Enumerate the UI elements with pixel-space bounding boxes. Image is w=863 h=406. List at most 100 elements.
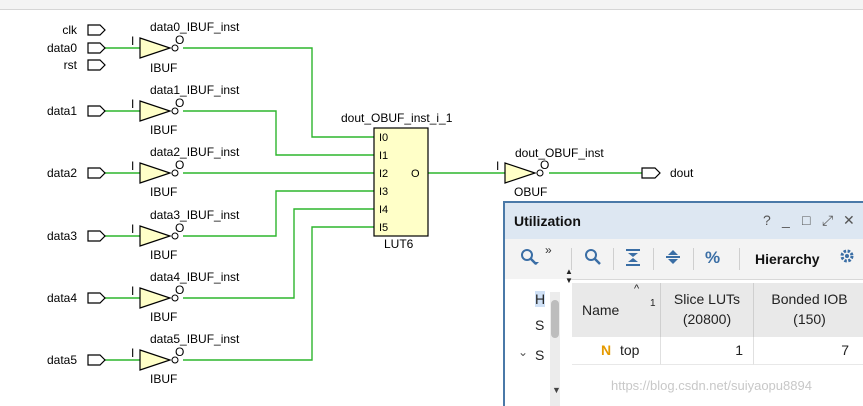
obuf-type: OBUF: [514, 185, 547, 199]
ibuf-name-4: data4_IBUF_inst: [150, 270, 240, 284]
port-dout: [641, 167, 661, 179]
ibuf-pin-i-4: I: [131, 284, 134, 298]
ibuf-4: [139, 287, 172, 309]
obuf-pin-o: O: [540, 158, 549, 172]
obuf-pin-i: I: [496, 159, 499, 173]
ibuf-pin-o-0: O: [175, 33, 184, 47]
minimize-icon[interactable]: _: [782, 212, 790, 228]
ibuf-1: [139, 100, 172, 122]
row-name: top: [620, 342, 640, 358]
ibuf-pin-i-2: I: [131, 159, 134, 173]
ibuf-3: [139, 225, 172, 247]
port-label-data0: data0: [47, 41, 77, 55]
column-label-bonded-iob: Bonded IOB: [771, 291, 848, 307]
ibuf-type-2: IBUF: [150, 185, 177, 199]
ibuf-name-3: data3_IBUF_inst: [150, 208, 240, 222]
column-label-name: Name: [582, 302, 620, 318]
port-label-clk: clk: [62, 23, 78, 37]
ibuf-pin-i-5: I: [131, 346, 134, 360]
lut-pin-i2: I2: [379, 168, 388, 180]
input-port-labels: clk data0 rst data1 data2 data3 data4 da…: [47, 23, 78, 367]
tree-item-slice[interactable]: S: [535, 347, 544, 363]
port-label-rst: rst: [64, 58, 78, 72]
sort-asc-icon: ^: [634, 283, 640, 295]
gear-icon[interactable]: [838, 247, 856, 269]
scrollbar-thumb[interactable]: [551, 300, 559, 338]
ibuf-pin-o-3: O: [175, 221, 184, 235]
port-label-data2: data2: [47, 166, 77, 180]
port-label-data3: data3: [47, 229, 77, 243]
lut-pin-i3: I3: [379, 186, 388, 198]
lut6-box: [373, 127, 429, 237]
utilization-title: Utilization: [514, 213, 581, 229]
help-icon[interactable]: ?: [763, 212, 771, 228]
column-header-slice-luts[interactable]: Slice LUTs (20800): [661, 283, 754, 337]
port-clk: [87, 24, 106, 36]
ibuf-labels: data0_IBUF_inst I O IBUF data1_IBUF_inst…: [131, 20, 240, 386]
lut-type: LUT6: [384, 237, 414, 251]
column-header-name[interactable]: Name ^ 1: [572, 283, 661, 337]
column-header-bonded-iob[interactable]: Bonded IOB (150): [754, 283, 863, 337]
ibuf-name-5: data5_IBUF_inst: [150, 332, 240, 346]
netlist-icon: N: [601, 342, 612, 358]
more-tools-button[interactable]: »: [545, 243, 552, 265]
search-icon[interactable]: [583, 247, 603, 269]
lut-instance-name: dout_OBUF_inst_i_1: [341, 111, 453, 125]
ibuf-type-1: IBUF: [150, 123, 177, 137]
utilization-toolbar: » % Hierarchy: [505, 239, 863, 280]
watermark: https://blog.csdn.net/suiyaopu8894: [611, 378, 812, 393]
column-label-slice-luts: Slice LUTs: [673, 291, 741, 307]
tree-item-summary[interactable]: S: [535, 317, 544, 333]
ibuf-2: [139, 162, 172, 184]
ibuf-name-2: data2_IBUF_inst: [150, 145, 240, 159]
lut-pin-i5: I5: [379, 222, 388, 234]
utilization-tree: ▲ ▼ H S ⌄ S ▼: [505, 267, 573, 406]
cell-bonded-iob: 7: [754, 337, 863, 365]
cell-slice-luts: 1: [661, 337, 754, 365]
search-icon[interactable]: [519, 247, 539, 269]
ibuf-pin-i-0: I: [131, 34, 134, 48]
ibuf-type-4: IBUF: [150, 310, 177, 324]
port-data2: [87, 167, 106, 179]
sort-order: 1: [650, 298, 656, 309]
hierarchy-label[interactable]: Hierarchy: [755, 251, 820, 267]
port-data5: [87, 354, 106, 366]
ibuf-type-0: IBUF: [150, 61, 177, 75]
ibuf-pin-o-1: O: [175, 96, 184, 110]
port-label-data5: data5: [47, 353, 77, 367]
collapse-all-icon[interactable]: [623, 247, 643, 269]
port-data3: [87, 230, 106, 242]
port-label-data4: data4: [47, 291, 77, 305]
ibuf-type-3: IBUF: [150, 248, 177, 262]
lut-pin-i1: I1: [379, 150, 388, 162]
obuf-name: dout_OBUF_inst: [515, 146, 604, 160]
wire-data4: [104, 208, 374, 299]
maximize-icon[interactable]: □: [802, 212, 810, 228]
scroll-down-icon[interactable]: ▼: [552, 385, 561, 395]
lut-pin-i0: I0: [379, 132, 388, 144]
tree-item-hierarchy[interactable]: H: [535, 291, 546, 307]
port-label-data1: data1: [47, 104, 77, 118]
table-row[interactable]: N top: [572, 337, 661, 365]
utilization-panel: Utilization ? _ □ ⤢ ✕ » % Hierarchy ▲▼: [503, 201, 863, 406]
lut-pin-i4: I4: [379, 204, 388, 216]
column-sub-slice-luts: (20800): [682, 311, 732, 327]
close-icon[interactable]: ✕: [843, 212, 855, 229]
ibuf-5: [139, 349, 172, 371]
ibuf-name-1: data1_IBUF_inst: [150, 83, 240, 97]
float-icon[interactable]: ⤢: [822, 212, 833, 229]
port-label-dout: dout: [670, 166, 694, 180]
ibuf-0: [139, 37, 172, 59]
obuf-shape: [504, 162, 537, 184]
percent-toggle-button[interactable]: %: [705, 248, 720, 270]
ibuf-name-0: data0_IBUF_inst: [150, 20, 240, 34]
ibuf-pin-o-2: O: [175, 158, 184, 172]
chevron-down-icon[interactable]: ⌄: [518, 345, 528, 359]
port-data4: [87, 292, 106, 304]
ibuf-type-5: IBUF: [150, 372, 177, 386]
port-data1: [87, 105, 106, 117]
ibuf-pin-o-5: O: [175, 345, 184, 359]
expand-all-icon[interactable]: [663, 247, 683, 269]
ibuf-pin-o-4: O: [175, 283, 184, 297]
utilization-titlebar: Utilization ? _ □ ⤢ ✕: [505, 203, 863, 239]
